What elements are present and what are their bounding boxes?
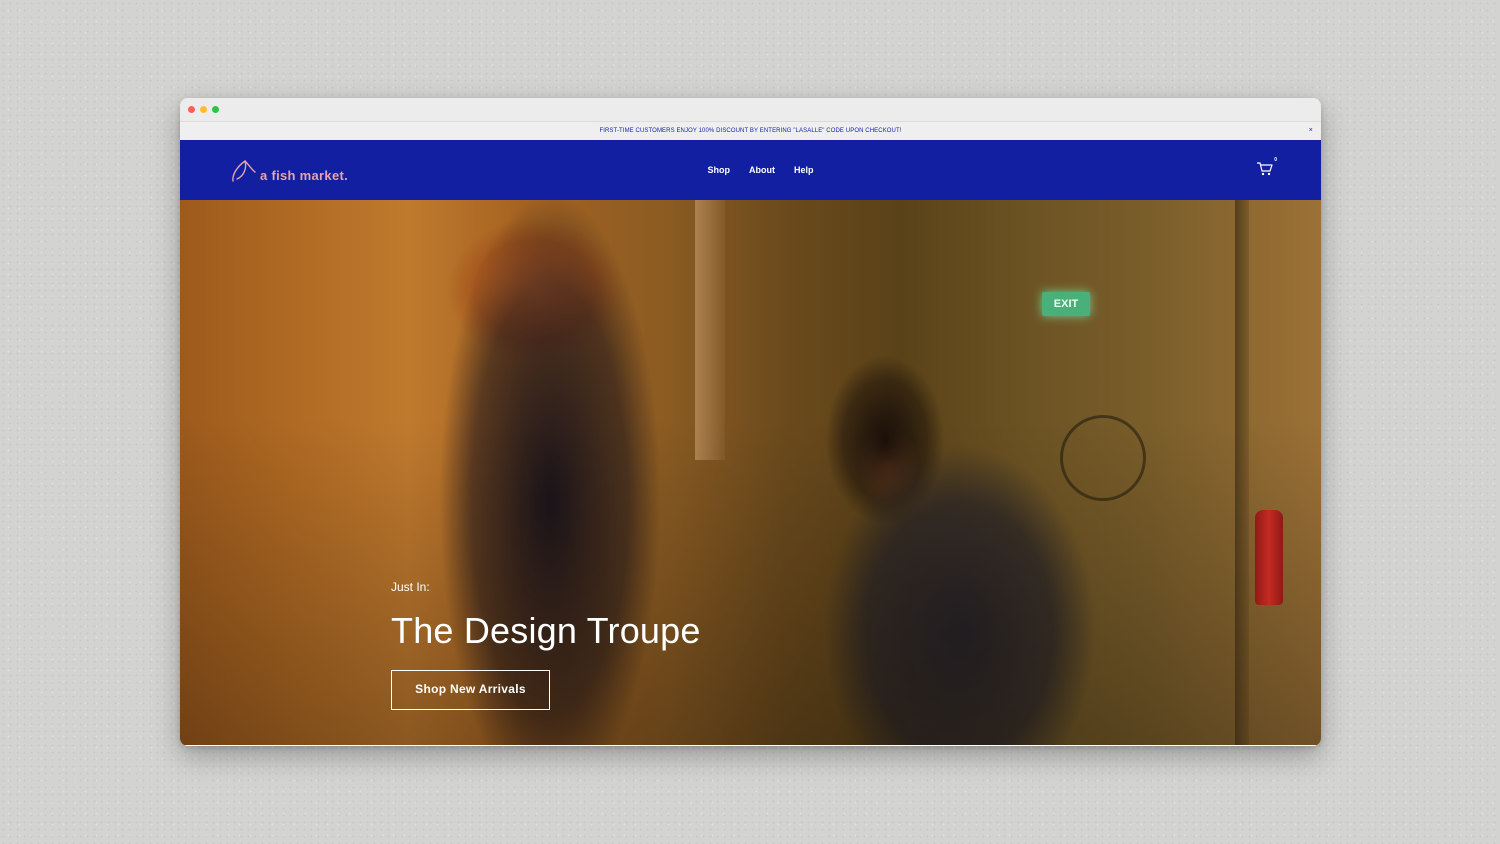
hero-eyebrow: Just In:: [391, 580, 430, 594]
browser-window: FIRST-TIME CUSTOMERS ENJOY 100% DISCOUNT…: [180, 98, 1321, 746]
announcement-text: FIRST-TIME CUSTOMERS ENJOY 100% DISCOUNT…: [599, 128, 902, 134]
hero-photo-fan: [1060, 415, 1146, 501]
site-header: a fish market. Shop About Help 0: [180, 140, 1321, 200]
cart-count-badge: 0: [1274, 157, 1277, 163]
maximize-window-icon[interactable]: [212, 106, 219, 113]
hero-banner: EXIT Just In: The Design Troupe Shop New…: [180, 200, 1321, 745]
shop-new-arrivals-button[interactable]: Shop New Arrivals: [391, 670, 550, 710]
close-window-icon[interactable]: [188, 106, 195, 113]
main-nav: Shop About Help: [180, 140, 1321, 200]
shopping-cart-icon: [1257, 162, 1273, 176]
minimize-window-icon[interactable]: [200, 106, 207, 113]
hero-content: Just In: The Design Troupe Shop New Arri…: [391, 580, 701, 710]
hero-photo-door-frame: [1235, 200, 1249, 745]
hero-photo-extinguisher: [1255, 510, 1283, 605]
nav-link-help[interactable]: Help: [794, 165, 814, 175]
exit-sign: EXIT: [1042, 292, 1090, 316]
hero-photo-wall-light: [695, 200, 725, 460]
nav-link-shop[interactable]: Shop: [707, 165, 730, 175]
cart-button[interactable]: 0: [1256, 157, 1277, 179]
nav-link-about[interactable]: About: [749, 165, 775, 175]
announcement-close-button[interactable]: ×: [1309, 122, 1313, 140]
window-titlebar: [180, 98, 1321, 122]
announcement-bar: FIRST-TIME CUSTOMERS ENJOY 100% DISCOUNT…: [180, 122, 1321, 140]
hero-title: The Design Troupe: [391, 610, 701, 651]
